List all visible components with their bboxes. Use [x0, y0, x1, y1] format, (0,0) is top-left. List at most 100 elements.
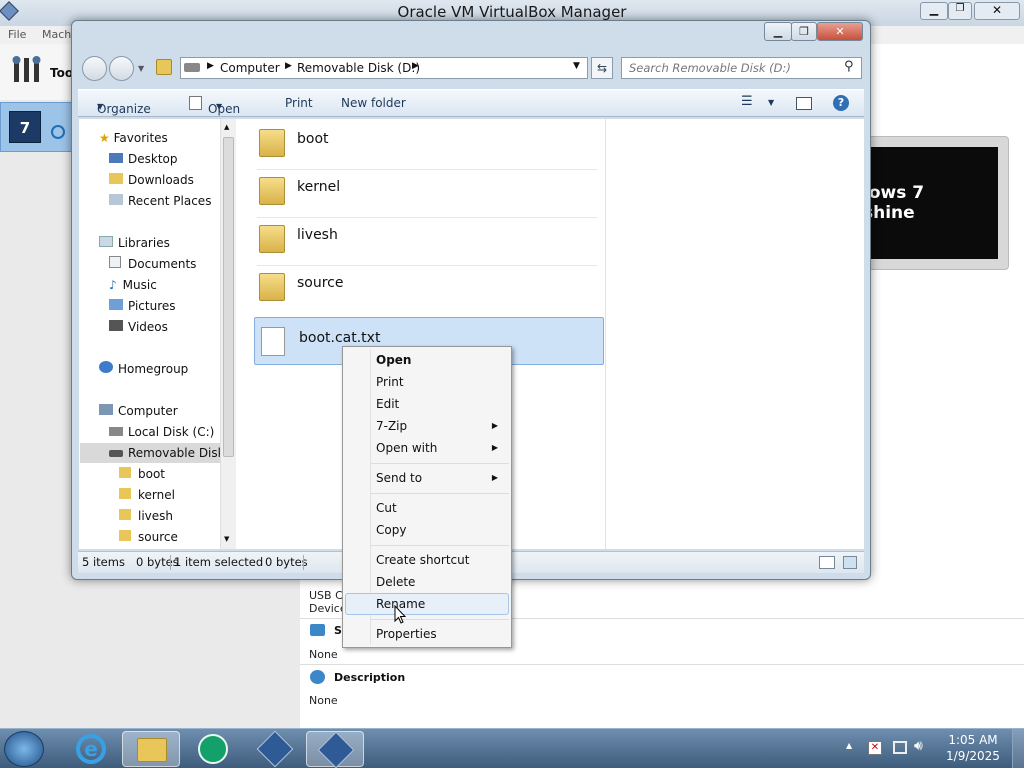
nav-sub-source[interactable]: source — [119, 527, 178, 547]
action-center-icon[interactable]: ✕ — [868, 741, 882, 755]
nav-recent-places[interactable]: Recent Places — [109, 191, 211, 211]
new-folder-button[interactable]: New folder — [341, 96, 406, 110]
scroll-thumb[interactable] — [223, 137, 234, 457]
favorites-node[interactable]: ★ Favorites — [99, 128, 168, 148]
forward-button[interactable] — [109, 56, 134, 81]
divider — [371, 545, 509, 546]
print-button[interactable]: Print — [285, 96, 313, 110]
nav-sub-kernel[interactable]: kernel — [119, 485, 175, 505]
preview-pane-divider[interactable] — [605, 119, 606, 549]
taskbar-app[interactable] — [184, 731, 242, 767]
computer-node[interactable]: Computer — [99, 401, 178, 421]
nav-sub-livesh[interactable]: livesh — [119, 506, 173, 526]
breadcrumb-removable-disk[interactable]: Removable Disk (D:) — [297, 61, 420, 75]
start-button[interactable] — [4, 731, 44, 767]
menu-item-properties[interactable]: Properties — [376, 624, 437, 644]
up-folder-icon[interactable] — [156, 59, 172, 75]
videos-icon — [109, 320, 123, 331]
show-desktop-button[interactable] — [1012, 729, 1024, 768]
menu-item-cut[interactable]: Cut — [376, 498, 397, 518]
nav-music[interactable]: ♪ Music — [109, 275, 157, 295]
vbox-close-button[interactable]: ✕ — [974, 2, 1020, 20]
volume-icon[interactable]: 🔊︎ — [914, 738, 923, 754]
search-placeholder: Search Removable Disk (D:) — [629, 61, 791, 75]
network-icon[interactable] — [893, 741, 907, 754]
shared-folders-header[interactable]: S — [334, 624, 342, 637]
scroll-down-arrow[interactable]: ▼ — [224, 535, 229, 543]
menu-item-delete[interactable]: Delete — [376, 572, 415, 592]
chevron-right-icon[interactable]: ▶ — [412, 61, 419, 71]
taskbar-virtualbox-2[interactable] — [306, 731, 364, 768]
chevron-down-icon[interactable]: ▼ — [573, 61, 580, 71]
homegroup-node[interactable]: Homegroup — [99, 359, 188, 379]
submenu-arrow-icon: ▶ — [491, 443, 498, 452]
file-row[interactable]: kernel — [253, 167, 603, 213]
search-input[interactable]: Search Removable Disk (D:) ⚲ — [621, 57, 862, 79]
desktop-icon — [109, 153, 123, 163]
menu-item-copy[interactable]: Copy — [376, 520, 406, 540]
organize-label: Organize — [97, 102, 151, 116]
preview-pane-icon[interactable] — [796, 97, 812, 110]
back-button[interactable] — [82, 56, 107, 81]
folder-icon — [259, 129, 285, 157]
nav-videos[interactable]: Videos — [109, 317, 168, 337]
chevron-right-icon[interactable]: ▶ — [285, 61, 292, 71]
refresh-button[interactable]: ⇆ — [591, 57, 613, 79]
tools-label: Too — [50, 66, 74, 80]
nav-videos-label: Videos — [128, 320, 168, 334]
nav-desktop[interactable]: Desktop — [109, 149, 178, 169]
explorer-close-button[interactable]: ✕ — [817, 22, 863, 41]
nav-local-disk[interactable]: Local Disk (C:) — [109, 422, 214, 442]
search-icon[interactable]: ⚲ — [844, 59, 854, 74]
file-row[interactable]: livesh — [253, 215, 603, 261]
libraries-node[interactable]: Libraries — [99, 233, 170, 253]
taskbar-explorer[interactable] — [122, 731, 180, 767]
nav-sub-boot[interactable]: boot — [119, 464, 165, 484]
taskbar-virtualbox-1[interactable] — [246, 730, 304, 768]
nav-scrollbar[interactable]: ▲ ▼ — [220, 119, 236, 549]
explorer-maximize-button[interactable]: ❐ — [791, 22, 817, 41]
breadcrumb-computer[interactable]: Computer — [220, 61, 280, 75]
file-row[interactable]: boot — [253, 119, 603, 165]
nav-pictures[interactable]: Pictures — [109, 296, 176, 316]
chevron-right-icon[interactable]: ▶ — [207, 61, 214, 71]
menu-item-edit[interactable]: Edit — [376, 394, 399, 414]
menu-item-7zip[interactable]: 7-Zip ▶ — [376, 416, 510, 436]
nav-documents-label: Documents — [128, 257, 197, 271]
vm-list-item[interactable]: 7 — [0, 102, 76, 152]
address-bar[interactable]: ▶ Computer ▶ Removable Disk (D:) ▶ ▼ — [180, 57, 588, 79]
nav-removable-label: Removable Disk ( — [128, 446, 220, 460]
vbox-maximize-button[interactable]: ❐ — [948, 2, 972, 20]
divider — [371, 463, 509, 464]
vbox-minimize-button[interactable]: ▁ — [920, 2, 948, 20]
taskbar-internet-explorer[interactable]: e — [62, 731, 120, 767]
menu-item-create-shortcut[interactable]: Create shortcut — [376, 550, 469, 570]
menu-item-print[interactable]: Print — [376, 372, 404, 392]
menu-item-open[interactable]: Open — [376, 350, 411, 370]
folder-icon — [119, 530, 131, 541]
menu-item-send-to[interactable]: Send to ▶ — [376, 468, 510, 488]
show-hidden-icons-button[interactable]: ▲ — [846, 741, 852, 750]
nav-documents[interactable]: Documents — [109, 254, 196, 274]
explorer-minimize-button[interactable]: ▁ — [764, 22, 792, 41]
nav-downloads[interactable]: Downloads — [109, 170, 194, 190]
nav-removable-disk[interactable]: Removable Disk ( — [80, 443, 220, 463]
taskbar-clock[interactable]: 1:05 AM 1/9/2025 — [940, 732, 1006, 764]
file-row[interactable]: source — [253, 263, 603, 309]
recent-pages-icon[interactable]: ▼ — [138, 64, 144, 73]
shared-folders-value: None — [309, 648, 338, 661]
scroll-up-arrow[interactable]: ▲ — [224, 123, 229, 131]
tools-icon — [12, 54, 42, 86]
large-icons-view-icon[interactable] — [843, 556, 857, 569]
description-header[interactable]: Description — [334, 671, 405, 684]
favorites-label: Favorites — [113, 131, 168, 145]
details-view-icon[interactable] — [819, 556, 835, 569]
help-icon[interactable]: ? — [833, 95, 849, 111]
chevron-down-icon[interactable]: ▼ — [768, 98, 774, 107]
removable-disk-icon — [109, 450, 123, 457]
menu-machine[interactable]: Mach — [42, 28, 71, 41]
menu-item-open-with[interactable]: Open with ▶ — [376, 438, 510, 458]
menu-file[interactable]: File — [8, 28, 26, 41]
view-options-icon[interactable]: ☰ — [741, 94, 753, 109]
homegroup-icon — [99, 361, 113, 373]
